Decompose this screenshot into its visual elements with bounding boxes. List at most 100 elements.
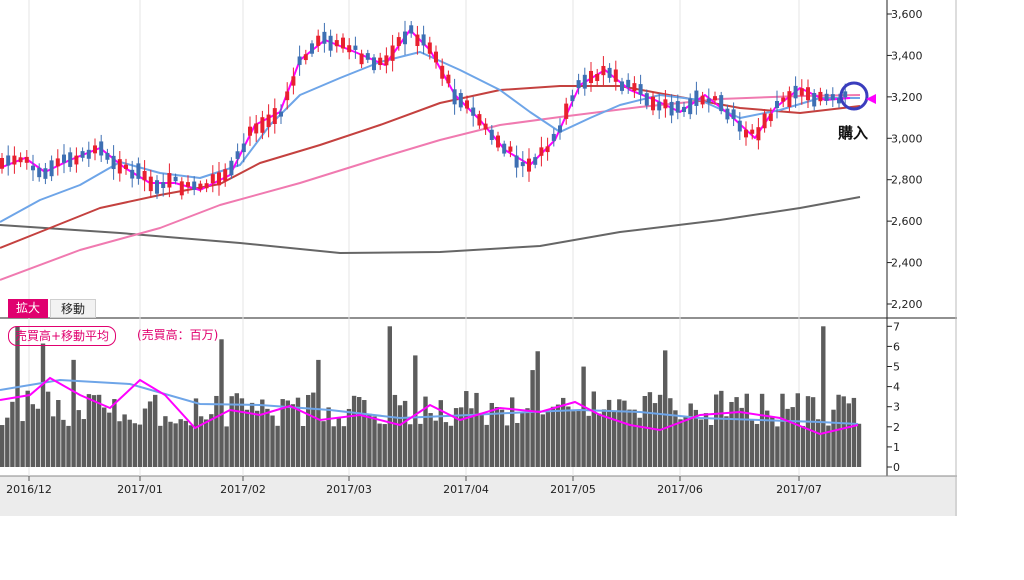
volume-bar bbox=[204, 419, 209, 467]
volume-bar bbox=[158, 425, 163, 467]
volume-bar bbox=[724, 416, 729, 467]
move-button[interactable]: 移動 bbox=[50, 299, 96, 318]
volume-bar bbox=[147, 401, 153, 467]
candle-body bbox=[421, 34, 426, 46]
volume-bar bbox=[275, 425, 280, 467]
price-tick-label: 2,600 bbox=[891, 215, 923, 228]
volume-bar bbox=[76, 410, 81, 467]
volume-bar bbox=[663, 350, 668, 467]
volume-bar bbox=[586, 415, 591, 467]
candle-body bbox=[173, 176, 178, 182]
volume-bar bbox=[795, 393, 800, 467]
candle-body bbox=[551, 133, 556, 141]
candle-body bbox=[62, 154, 66, 163]
candle-body bbox=[409, 25, 414, 34]
candle-body bbox=[812, 93, 817, 107]
candle-body bbox=[124, 164, 128, 169]
volume-bar bbox=[285, 400, 290, 467]
candle-body bbox=[347, 45, 352, 53]
candle-body bbox=[576, 80, 581, 89]
volume-bar bbox=[698, 419, 704, 467]
candle-body bbox=[768, 113, 773, 122]
volume-bar bbox=[357, 397, 362, 467]
volume-bar bbox=[535, 351, 540, 467]
volume-bar bbox=[805, 396, 811, 467]
candle-body bbox=[279, 111, 283, 117]
volume-bar bbox=[51, 416, 56, 467]
volume-tick-label: 2 bbox=[893, 421, 900, 434]
candle-body bbox=[210, 174, 215, 184]
volume-bar bbox=[265, 408, 270, 467]
volume-bar bbox=[668, 398, 673, 467]
volume-bar bbox=[306, 394, 311, 467]
volume-bar bbox=[770, 416, 775, 467]
volume-bar bbox=[428, 413, 433, 467]
candle-body bbox=[396, 37, 401, 47]
volume-bar bbox=[581, 366, 586, 467]
candle-body bbox=[272, 108, 277, 124]
candle-body bbox=[806, 87, 810, 101]
candle-body bbox=[285, 91, 290, 101]
x-tick-label: 2017/04 bbox=[443, 483, 489, 496]
volume-bar bbox=[209, 414, 214, 467]
x-axis-band bbox=[0, 476, 957, 516]
volume-bar bbox=[474, 392, 479, 467]
volume-bar bbox=[316, 359, 321, 467]
candle-body bbox=[403, 31, 407, 45]
candle-body bbox=[372, 57, 376, 71]
candle-body bbox=[192, 181, 197, 190]
candle-body bbox=[477, 114, 482, 126]
volume-bar bbox=[494, 406, 500, 467]
candle-body bbox=[248, 126, 252, 136]
candle-body bbox=[384, 55, 389, 66]
candle-body bbox=[427, 42, 432, 54]
candle-body bbox=[390, 45, 395, 61]
volume-bar bbox=[525, 408, 530, 467]
volume-bar bbox=[86, 394, 92, 467]
volume-bar bbox=[591, 391, 596, 467]
candle-body bbox=[632, 83, 637, 91]
volume-tick-label: 5 bbox=[893, 361, 900, 374]
candle-body bbox=[657, 101, 662, 111]
volume-bar bbox=[142, 408, 148, 467]
volume-bar bbox=[856, 423, 862, 467]
candle-body bbox=[694, 90, 699, 106]
volume-bar bbox=[168, 421, 173, 467]
price-tick-label: 2,800 bbox=[891, 174, 923, 187]
candle-body bbox=[80, 151, 85, 158]
volume-bar bbox=[499, 409, 505, 467]
price-tick-label: 3,400 bbox=[891, 49, 923, 62]
volume-bar bbox=[765, 410, 770, 467]
volume-bar bbox=[754, 423, 760, 467]
volume-bar bbox=[56, 400, 61, 467]
volume-bar bbox=[433, 420, 438, 467]
candle-body bbox=[415, 34, 420, 47]
candle-body bbox=[434, 51, 438, 63]
volume-bar bbox=[443, 422, 449, 467]
candle-body bbox=[458, 93, 463, 108]
price-tick-label: 2,400 bbox=[891, 257, 923, 270]
candle-body bbox=[291, 76, 296, 86]
candle-body bbox=[186, 182, 190, 187]
candle-body bbox=[756, 127, 761, 141]
candle-body bbox=[217, 172, 221, 186]
x-tick-label: 2017/03 bbox=[326, 483, 372, 496]
zoom-button[interactable]: 拡大 bbox=[8, 299, 48, 318]
candle-body bbox=[241, 143, 246, 153]
candle-body bbox=[161, 182, 166, 188]
volume-bar bbox=[127, 419, 132, 467]
candle-body bbox=[607, 67, 612, 78]
volume-bar bbox=[617, 399, 622, 467]
candle-body bbox=[117, 159, 122, 174]
candle-body bbox=[799, 88, 804, 96]
volume-bar bbox=[816, 419, 821, 467]
volume-bar bbox=[20, 421, 25, 467]
candle-body bbox=[37, 167, 42, 178]
volume-bar bbox=[193, 398, 199, 467]
candle-body bbox=[489, 129, 494, 140]
volume-bar bbox=[739, 407, 744, 467]
volume-bar bbox=[550, 406, 556, 467]
volume-bar bbox=[464, 391, 469, 467]
x-tick-label: 2017/06 bbox=[657, 483, 703, 496]
volume-bar bbox=[448, 425, 454, 467]
